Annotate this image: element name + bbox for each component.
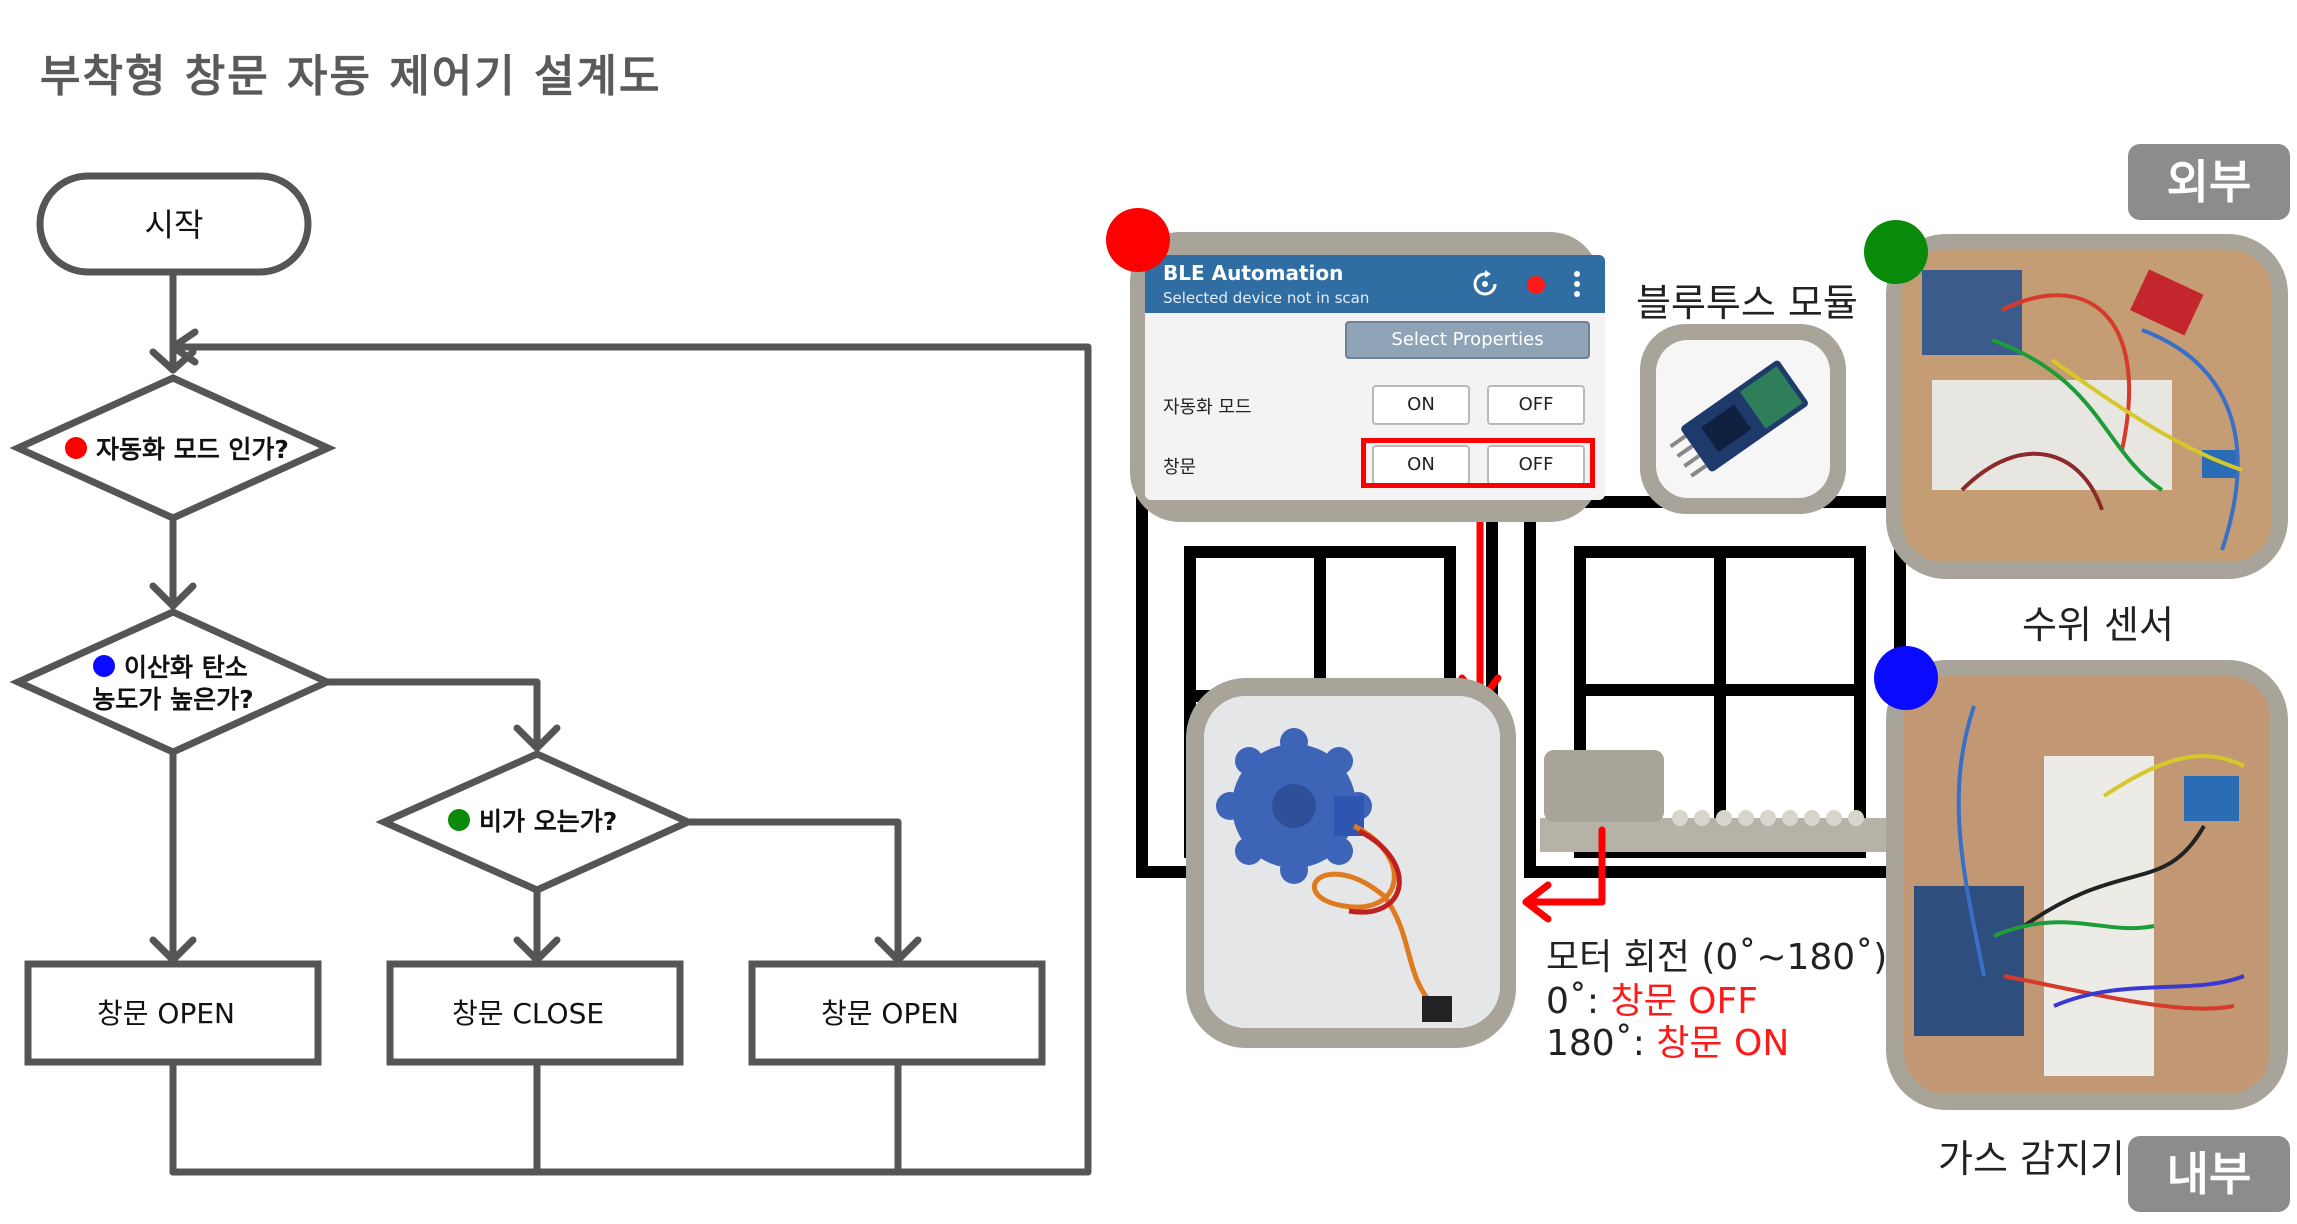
outside-badge: 외부	[2128, 144, 2290, 220]
blue-dot-icon	[1874, 646, 1938, 710]
edge-rain-open	[684, 818, 902, 964]
start-label: 시작	[145, 206, 204, 244]
app-header: BLE Automation Selected device not in sc…	[1145, 255, 1605, 313]
select-properties-button[interactable]: Select Properties	[1345, 321, 1590, 359]
decision-rain-label: 비가 오는가?	[479, 807, 617, 836]
result-open-left-label: 창문 OPEN	[97, 997, 235, 1030]
auto-mode-on-button[interactable]: ON	[1372, 385, 1470, 425]
gas-sensor-image	[1904, 676, 2270, 1094]
more-vert-icon[interactable]	[1571, 269, 1583, 299]
green-dot-icon	[1864, 220, 1928, 284]
auto-mode-off-button[interactable]: OFF	[1487, 385, 1585, 425]
green-dot-icon	[448, 809, 470, 831]
water-sensor-image	[1902, 250, 2272, 562]
window-controls-highlight	[1361, 438, 1595, 488]
result-open-right-label: 창문 OPEN	[821, 997, 959, 1030]
app-subtitle: Selected device not in scan	[1163, 289, 1370, 307]
bluetooth-module-label: 블루투스 모듈	[1636, 281, 1858, 325]
motor-image	[1204, 696, 1500, 1028]
flowchart: 시작 자동화 모드 인가? 이산화 탄소 농도가 높은가? 비가 오는가? 창문…	[9, 172, 1092, 1176]
app-screen: BLE Automation Selected device not in sc…	[1145, 255, 1605, 500]
red-dot-icon	[65, 437, 87, 459]
record-icon[interactable]	[1527, 276, 1545, 294]
window-label: 창문	[1163, 457, 1197, 478]
motor-on-prefix: 180˚:	[1546, 1023, 1657, 1064]
refresh-icon[interactable]	[1470, 269, 1500, 299]
edge-co2-rain	[323, 678, 541, 752]
bluetooth-module-photo	[1656, 340, 1830, 498]
red-dot-icon	[1106, 208, 1170, 272]
gas-sensor-label: 가스 감지기	[1938, 1137, 2125, 1181]
app-title: BLE Automation	[1163, 261, 1344, 285]
decision-co2	[9, 608, 336, 756]
motor-photo	[1204, 696, 1500, 1028]
water-sensor-label: 수위 센서	[2022, 603, 2174, 647]
gas-sensor-photo	[1904, 676, 2270, 1094]
decision-auto-label: 자동화 모드 인가?	[96, 435, 289, 464]
decision-co2-line2: 농도가 높은가?	[92, 685, 253, 714]
motor-on-line: 180˚: 창문 ON	[1546, 1014, 1789, 1066]
auto-mode-label: 자동화 모드	[1163, 397, 1252, 418]
result-close-label: 창문 CLOSE	[452, 997, 604, 1030]
bluetooth-module-image	[1669, 360, 1808, 478]
blue-dot-icon	[93, 655, 115, 677]
motor-on-value: 창문 ON	[1656, 1023, 1790, 1064]
decision-co2-line1: 이산화 탄소	[124, 653, 248, 682]
inside-badge: 내부	[2128, 1136, 2290, 1212]
water-sensor-photo	[1902, 250, 2272, 562]
